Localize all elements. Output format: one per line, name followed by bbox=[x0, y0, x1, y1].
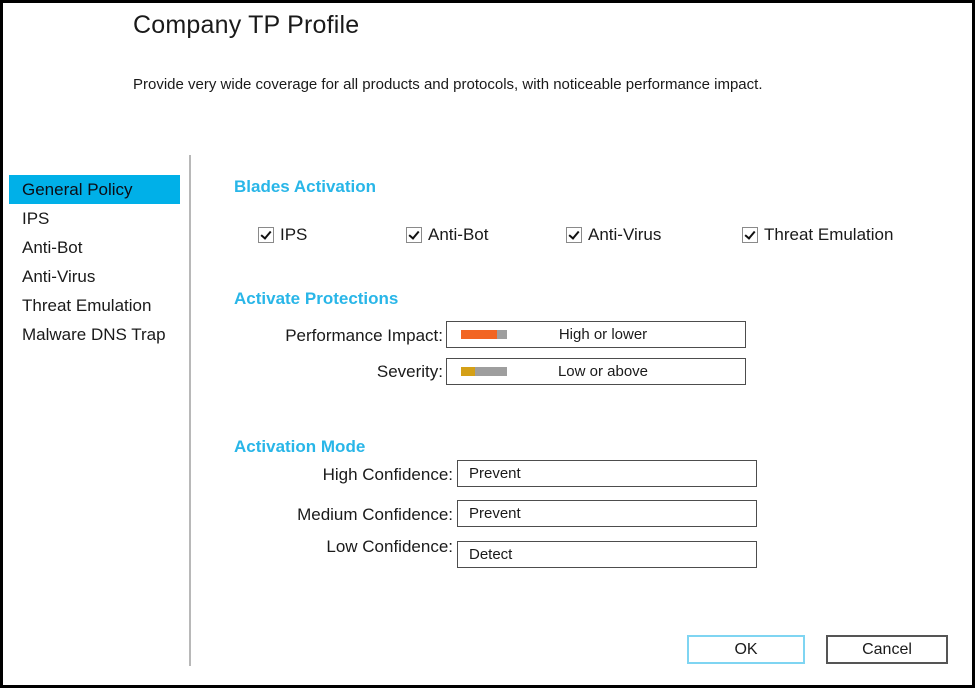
label-high-confidence: High Confidence: bbox=[181, 465, 453, 485]
dialog-window: Company TP Profile Provide very wide cov… bbox=[0, 0, 975, 688]
dropdown-value-high-confidence: Prevent bbox=[469, 465, 521, 482]
checkbox-anti-bot[interactable]: Anti-Bot bbox=[406, 225, 488, 245]
checkbox-label-ips: IPS bbox=[280, 225, 307, 245]
blades-checkbox-row: IPS Anti-Bot Anti-Virus Threat Emulation bbox=[234, 225, 934, 247]
checkbox-ips[interactable]: IPS bbox=[258, 225, 307, 245]
sidebar-item-malware-dns-trap[interactable]: Malware DNS Trap bbox=[9, 320, 184, 349]
sidebar-nav: General Policy IPS Anti-Bot Anti-Virus T… bbox=[9, 175, 184, 349]
cancel-button[interactable]: Cancel bbox=[826, 635, 948, 664]
page-title: Company TP Profile bbox=[133, 11, 359, 40]
severity-meter-icon bbox=[461, 367, 507, 376]
page-description: Provide very wide coverage for all produ… bbox=[133, 76, 762, 93]
dropdown-value-low-confidence: Detect bbox=[469, 546, 512, 563]
meter-fill bbox=[461, 330, 497, 339]
section-heading-blades-activation: Blades Activation bbox=[234, 177, 376, 197]
label-performance-impact: Performance Impact: bbox=[181, 326, 443, 346]
checkbox-label-anti-bot: Anti-Bot bbox=[428, 225, 488, 245]
checkbox-threat-emulation[interactable]: Threat Emulation bbox=[742, 225, 893, 245]
sidebar-item-general-policy[interactable]: General Policy bbox=[9, 175, 180, 204]
sidebar-item-threat-emulation[interactable]: Threat Emulation bbox=[9, 291, 184, 320]
checkmark-icon bbox=[258, 227, 274, 243]
dropdown-severity[interactable]: Low or above bbox=[446, 358, 746, 385]
sidebar-content-divider bbox=[189, 155, 191, 666]
label-low-confidence: Low Confidence: bbox=[181, 537, 453, 557]
section-heading-activation-mode: Activation Mode bbox=[234, 437, 365, 457]
checkmark-icon bbox=[742, 227, 758, 243]
label-severity: Severity: bbox=[181, 362, 443, 382]
ok-button[interactable]: OK bbox=[687, 635, 805, 664]
checkbox-label-anti-virus: Anti-Virus bbox=[588, 225, 661, 245]
dropdown-high-confidence[interactable]: Prevent bbox=[457, 460, 757, 487]
checkmark-icon bbox=[566, 227, 582, 243]
performance-impact-meter-icon bbox=[461, 330, 507, 339]
label-medium-confidence: Medium Confidence: bbox=[181, 505, 453, 525]
sidebar-item-ips[interactable]: IPS bbox=[9, 204, 184, 233]
dropdown-value-severity: Low or above bbox=[507, 363, 745, 380]
dropdown-performance-impact[interactable]: High or lower bbox=[446, 321, 746, 348]
sidebar-item-anti-virus[interactable]: Anti-Virus bbox=[9, 262, 184, 291]
checkbox-label-threat-emulation: Threat Emulation bbox=[764, 225, 893, 245]
dropdown-value-medium-confidence: Prevent bbox=[469, 505, 521, 522]
checkbox-anti-virus[interactable]: Anti-Virus bbox=[566, 225, 661, 245]
dropdown-value-performance-impact: High or lower bbox=[507, 326, 745, 343]
section-heading-activate-protections: Activate Protections bbox=[234, 289, 398, 309]
sidebar-item-anti-bot[interactable]: Anti-Bot bbox=[9, 233, 184, 262]
checkmark-icon bbox=[406, 227, 422, 243]
dropdown-low-confidence[interactable]: Detect bbox=[457, 541, 757, 568]
meter-fill bbox=[461, 367, 475, 376]
dropdown-medium-confidence[interactable]: Prevent bbox=[457, 500, 757, 527]
